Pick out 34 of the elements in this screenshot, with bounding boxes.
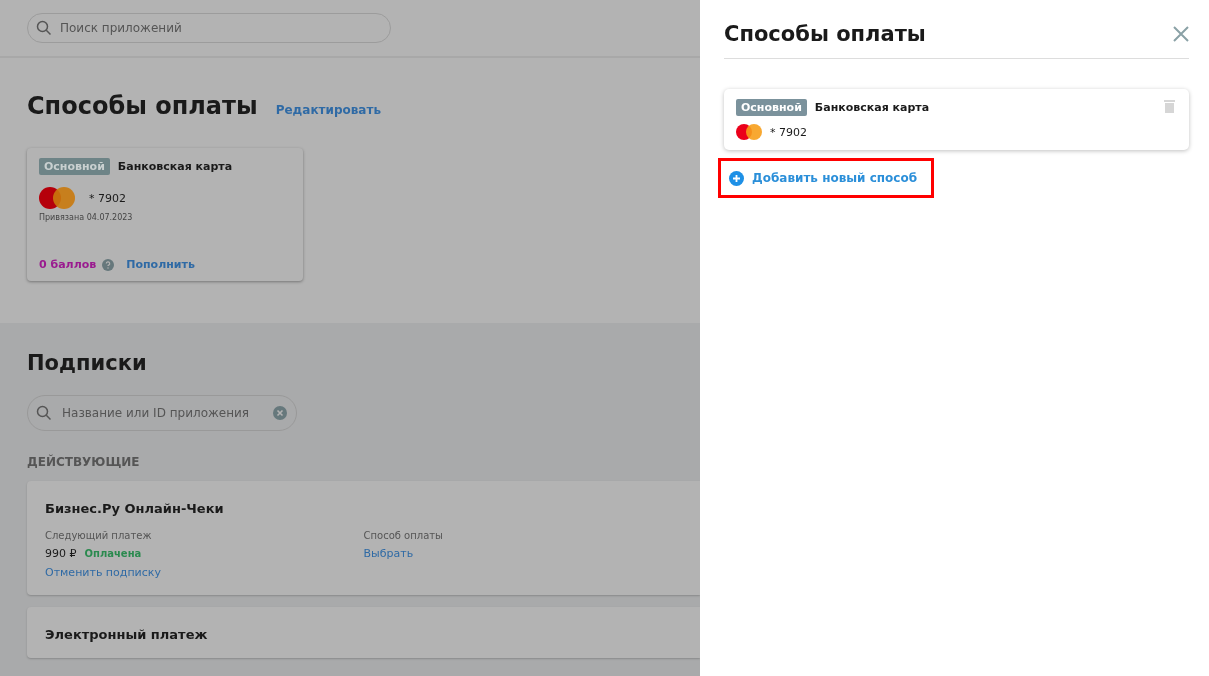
card-brand-icon: [39, 187, 75, 209]
card-type: Банковская карта: [814, 101, 930, 114]
section-title: Способы оплаты: [27, 92, 258, 120]
topup-link[interactable]: Пополнить: [126, 258, 195, 271]
card-type: Банковская карта: [117, 160, 233, 173]
search-icon: [36, 405, 52, 421]
field-label: Способ оплаты: [363, 530, 444, 541]
plus-icon[interactable]: [729, 170, 744, 186]
payment-status: Оплачена: [84, 548, 142, 559]
search-icon: [36, 20, 52, 36]
price: 990 ₽: [45, 547, 77, 560]
clear-icon[interactable]: [273, 406, 287, 420]
card-number: * 7902: [770, 125, 807, 139]
add-method-link[interactable]: Добавить новый способ: [752, 171, 918, 185]
panel-title: Способы оплаты: [724, 22, 926, 46]
subscription-name: Бизнес.Ру Онлайн-Чеки: [45, 501, 225, 516]
trash-icon[interactable]: [1164, 99, 1175, 113]
primary-badge: Основной: [736, 99, 807, 116]
subscription-name: Электронный платеж: [45, 627, 209, 642]
section-title: Подписки: [27, 351, 148, 375]
card-brand-icon: [736, 124, 762, 140]
linked-date: Привязана 04.07.2023: [39, 213, 134, 222]
edit-link[interactable]: Редактировать: [275, 103, 381, 117]
group-label: ДЕЙСТВУЮЩИЕ: [27, 455, 141, 469]
primary-badge: Основной: [39, 158, 110, 175]
help-icon[interactable]: [102, 258, 115, 271]
points-balance: 0 баллов: [39, 258, 97, 271]
search-field[interactable]: Название или ID приложения: [27, 395, 297, 431]
search-field[interactable]: Поиск приложений: [27, 13, 391, 43]
field-label: Следующий платеж: [45, 530, 153, 541]
cancel-link[interactable]: Отменить подписку: [45, 566, 364, 579]
close-icon[interactable]: [1173, 26, 1189, 42]
card-number: * 7902: [89, 191, 126, 205]
choose-link[interactable]: Выбрать: [363, 547, 682, 560]
